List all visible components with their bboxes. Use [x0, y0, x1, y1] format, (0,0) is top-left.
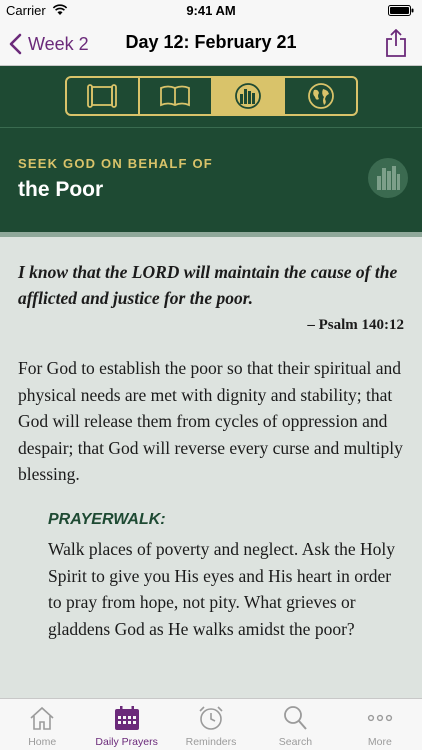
- status-bar: Carrier 9:41 AM: [0, 0, 422, 22]
- tab-more[interactable]: More: [338, 699, 422, 750]
- segment-globe[interactable]: [285, 78, 356, 114]
- city-icon: [368, 158, 408, 198]
- open-book-icon: [160, 85, 191, 107]
- page-title: Day 12: February 21: [125, 32, 297, 52]
- more-icon: [367, 714, 392, 722]
- segment-city[interactable]: [212, 78, 286, 114]
- tab-daily-prayers[interactable]: Daily Prayers: [84, 699, 168, 750]
- segment-scroll[interactable]: [67, 78, 140, 114]
- home-icon: [30, 706, 54, 730]
- tab-daily-prayers-label: Daily Prayers: [95, 736, 158, 748]
- header-divider: [0, 127, 422, 128]
- tab-reminders-label: Reminders: [185, 736, 237, 748]
- tab-home[interactable]: Home: [0, 699, 84, 750]
- calendar-icon: [114, 706, 139, 730]
- globe-icon: [307, 83, 334, 109]
- category-eyebrow: SEEK GOD ON BEHALF OF: [18, 156, 213, 171]
- tab-search-label: Search: [278, 736, 313, 748]
- scripture-reference: – Psalm 140:12: [307, 317, 404, 333]
- prayerwalk-text: Walk places of poverty and neglect. Ask …: [48, 539, 396, 639]
- category-title: the Poor: [18, 178, 104, 201]
- category-segmented-control: [65, 76, 358, 116]
- status-time: 9:41 AM: [186, 3, 236, 18]
- battery-icon: [388, 5, 414, 16]
- city-icon: [234, 83, 261, 109]
- category-header: SEEK GOD ON BEHALF OF the Poor: [0, 66, 422, 232]
- search-icon: [284, 706, 308, 730]
- navigation-bar: Week 2 Day 12: February 21: [0, 22, 422, 66]
- tab-bar: Home Daily Prayers Reminders Search More: [0, 698, 422, 750]
- prayer-body: For God to establish the poor so that th…: [18, 358, 403, 484]
- city-badge-graphic: [377, 166, 400, 190]
- tab-reminders[interactable]: Reminders: [169, 699, 253, 750]
- share-icon[interactable]: [384, 28, 408, 58]
- prayer-content: I know that the LORD will maintain the c…: [0, 237, 422, 698]
- scripture-verse: I know that the LORD will maintain the c…: [18, 262, 398, 308]
- segment-book[interactable]: [140, 78, 213, 114]
- tab-more-label: More: [367, 736, 392, 748]
- prayerwalk-label: PRAYERWALK:: [48, 511, 166, 528]
- scroll-icon: [87, 84, 118, 108]
- tab-search[interactable]: Search: [253, 699, 337, 750]
- alarm-clock-icon: [199, 706, 223, 730]
- tab-home-label: Home: [28, 736, 57, 748]
